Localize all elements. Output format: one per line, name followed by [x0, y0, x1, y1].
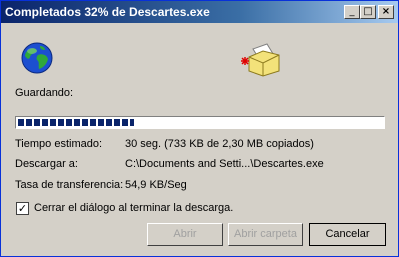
close-button[interactable]: ×	[378, 5, 394, 19]
title-bar[interactable]: Completados 32% de Descartes.exe _ □ ×	[1, 1, 398, 23]
window-title: Completados 32% de Descartes.exe	[5, 5, 210, 19]
download-to-label: Descargar a:	[15, 158, 78, 170]
close-on-finish-label[interactable]: Cerrar el diálogo al terminar la descarg…	[34, 202, 233, 214]
progress-fill	[18, 119, 134, 126]
time-estimated-label: Tiempo estimado:	[15, 138, 103, 150]
close-on-finish-checkbox[interactable]: ✓	[16, 202, 29, 215]
time-estimated-value: 30 seg. (733 KB de 2,30 MB copiados)	[125, 138, 314, 150]
download-to-value: C:\Documents and Setti...\Descartes.exe	[125, 158, 324, 170]
open-button[interactable]: Abrir	[147, 223, 223, 246]
open-folder-button[interactable]: Abrir carpeta	[228, 223, 303, 246]
download-dialog: Completados 32% de Descartes.exe _ □ × G…	[0, 0, 399, 257]
transfer-rate-value: 54,9 KB/Seg	[125, 179, 187, 191]
globe-icon	[21, 42, 53, 74]
maximize-button[interactable]: □	[360, 5, 376, 19]
folder-icon	[241, 43, 280, 77]
saving-label: Guardando:	[15, 87, 74, 99]
download-progress-bar	[15, 116, 385, 129]
transfer-rate-label: Tasa de transferencia:	[15, 179, 124, 191]
minimize-button[interactable]: _	[344, 5, 360, 19]
cancel-button[interactable]: Cancelar	[309, 223, 386, 246]
